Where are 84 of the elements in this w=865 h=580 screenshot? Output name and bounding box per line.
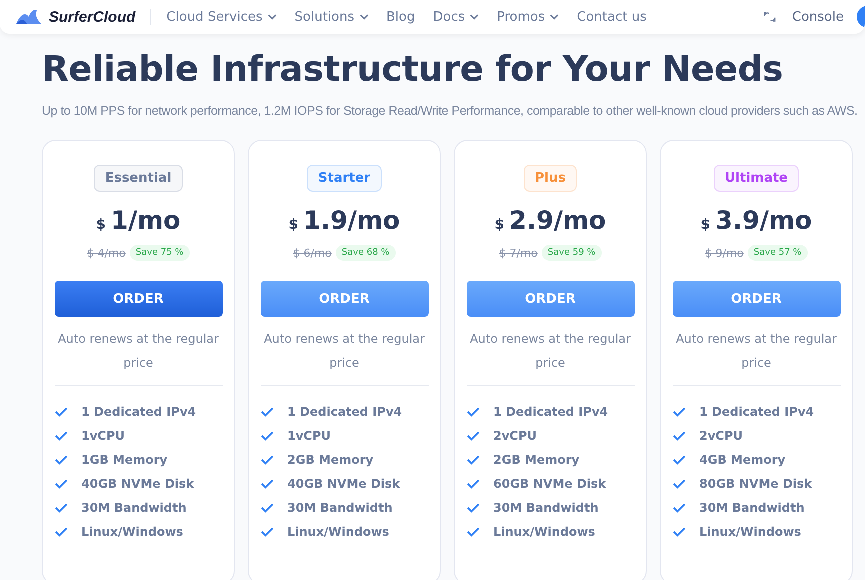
discount-badge: Save 57 % <box>748 245 808 261</box>
feature-text: 40GB NVMe Disk <box>288 477 400 491</box>
feature-text: Linux/Windows <box>288 525 390 539</box>
renewal-note: Auto renews at the regular price <box>469 331 632 372</box>
feature-text: 1 Dedicated IPv4 <box>82 405 196 419</box>
feature-text: 80GB NVMe Disk <box>700 477 812 491</box>
nav-menu-item[interactable]: Contact us <box>577 10 647 24</box>
checkmark-icon <box>260 455 274 465</box>
feature-text: 60GB NVMe Disk <box>494 477 606 491</box>
checkmark-icon <box>54 527 68 537</box>
tier-badge: Essential <box>94 165 183 192</box>
feature-text: 1 Dedicated IPv4 <box>288 405 402 419</box>
checkmark-icon <box>672 455 686 465</box>
checkmark-icon <box>672 431 686 441</box>
checkmark-icon <box>466 407 480 417</box>
nav-menu-item[interactable]: Solutions <box>294 10 368 24</box>
order-button[interactable]: ORDER <box>54 281 222 317</box>
nav-menu-item[interactable]: Promos <box>497 10 560 24</box>
feature-text: 1 Dedicated IPv4 <box>494 405 608 419</box>
feature-text: 1GB Memory <box>82 453 168 467</box>
plan-price: $ 3.9/mo <box>700 206 812 235</box>
feature-text: 2vCPU <box>494 429 538 443</box>
page-heading: Reliable Infrastructure for Your Needs <box>42 50 784 90</box>
checkmark-icon <box>54 455 68 465</box>
feature-text: Linux/Windows <box>82 525 184 539</box>
feature-text: 4GB Memory <box>700 453 786 467</box>
checkmark-icon <box>672 503 686 513</box>
feature-text: 1vCPU <box>288 429 332 443</box>
checkmark-icon <box>260 527 274 537</box>
feature-text: 2GB Memory <box>288 453 374 467</box>
order-button[interactable]: ORDER <box>672 281 840 317</box>
feature-text: 1vCPU <box>82 429 126 443</box>
renewal-note: Auto renews at the regular price <box>675 331 838 372</box>
swap-icon[interactable] <box>764 11 776 23</box>
order-button[interactable]: ORDER <box>466 281 634 317</box>
checkmark-icon <box>466 503 480 513</box>
wave-logo-icon <box>14 8 44 26</box>
tier-badge: Ultimate <box>714 165 800 192</box>
checkmark-icon <box>466 455 480 465</box>
renewal-note: Auto renews at the regular price <box>263 331 426 372</box>
checkmark-icon <box>54 431 68 441</box>
nav-menu-item[interactable]: Docs <box>433 10 480 24</box>
feature-text: 40GB NVMe Disk <box>82 477 194 491</box>
nav-menu-item[interactable]: Cloud Services <box>166 10 277 24</box>
discount-badge: Save 68 % <box>336 245 396 261</box>
renewal-note: Auto renews at the regular price <box>57 331 220 372</box>
console-link[interactable]: Console <box>792 10 844 24</box>
plan-price: $ 2.9/mo <box>494 206 606 235</box>
checkmark-icon <box>466 479 480 489</box>
feature-text: 1 Dedicated IPv4 <box>700 405 814 419</box>
checkmark-icon <box>260 503 274 513</box>
checkmark-icon <box>260 431 274 441</box>
feature-text: 2vCPU <box>700 429 744 443</box>
checkmark-icon <box>260 407 274 417</box>
feature-text: Linux/Windows <box>700 525 802 539</box>
checkmark-icon <box>672 407 686 417</box>
original-price: $ 6/mo <box>293 246 332 260</box>
nav-menu-item[interactable]: Blog <box>386 10 416 24</box>
checkmark-icon <box>260 479 274 489</box>
plan-price: $ 1/mo <box>96 206 181 235</box>
page-subtitle: Up to 10M PPS for network performance, 1.2M IOPS for Storage Read/Write Performance, comparable to other well-known cloud providers such as AWS. <box>42 104 859 118</box>
feature-text: 30M Bandwidth <box>82 501 187 515</box>
feature-text: 30M Bandwidth <box>494 501 599 515</box>
order-button[interactable]: ORDER <box>260 281 428 317</box>
original-price: $ 9/mo <box>705 246 744 260</box>
checkmark-icon <box>54 407 68 417</box>
checkmark-icon <box>672 479 686 489</box>
tier-badge: Plus <box>524 165 577 192</box>
discount-badge: Save 59 % <box>542 245 602 261</box>
feature-text: 30M Bandwidth <box>288 501 393 515</box>
checkmark-icon <box>466 527 480 537</box>
tier-badge: Starter <box>307 165 382 192</box>
checkmark-icon <box>54 503 68 513</box>
feature-text: 2GB Memory <box>494 453 580 467</box>
original-price: $ 4/mo <box>87 246 126 260</box>
checkmark-icon <box>466 431 480 441</box>
feature-text: Linux/Windows <box>494 525 596 539</box>
discount-badge: Save 75 % <box>130 245 190 261</box>
checkmark-icon <box>672 527 686 537</box>
logo-link[interactable]: SurferCloud <box>14 8 136 26</box>
original-price: $ 7/mo <box>499 246 538 260</box>
feature-text: 30M Bandwidth <box>700 501 805 515</box>
checkmark-icon <box>54 479 68 489</box>
plan-price: $ 1.9/mo <box>288 206 400 235</box>
